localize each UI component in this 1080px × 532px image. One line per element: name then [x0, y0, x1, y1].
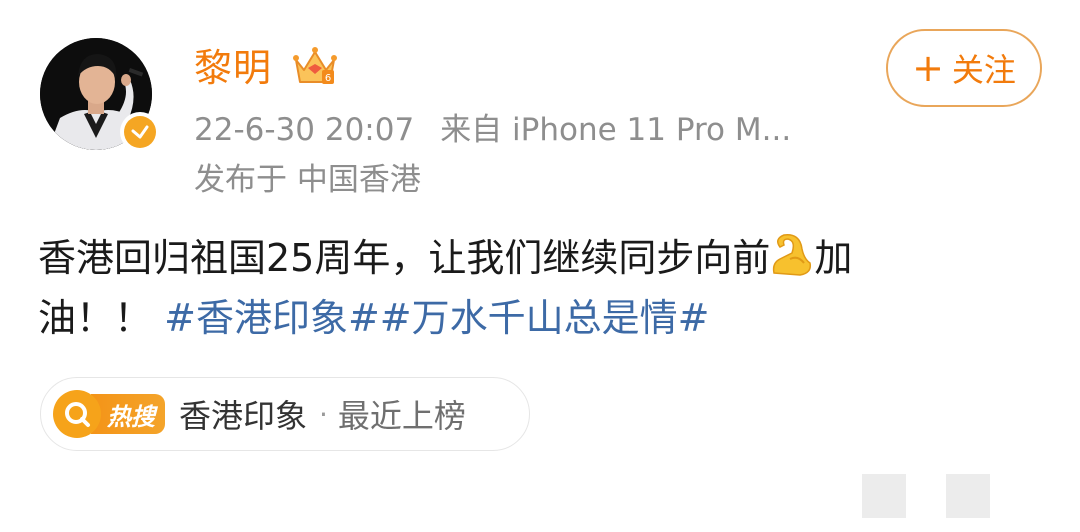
flexed-biceps-icon [773, 234, 812, 276]
hashtag-link[interactable]: #香港印象# [164, 296, 380, 340]
follow-button-label: 关注 [951, 51, 1016, 89]
hot-search-status: 最近上榜 [337, 397, 466, 435]
hashtag-link[interactable]: #万水千山总是情# [380, 296, 710, 340]
svg-text:6: 6 [325, 73, 331, 84]
post-source: 来自 iPhone 11 Pro M... [440, 112, 792, 148]
separator-dot: · [319, 397, 328, 431]
verified-badge-icon [120, 112, 160, 152]
weibo-post-card: 黎明 6 22-6-30 20:07 来自 iPhone 11 Pro M... … [0, 0, 1080, 532]
follow-button[interactable]: + 关注 [886, 29, 1042, 107]
hot-search-badge: 热搜 [53, 390, 165, 438]
plus-icon: + [912, 46, 944, 90]
post-text-line2: 油！！ [38, 296, 153, 340]
crown-vip-icon: 6 [293, 47, 337, 84]
post-timestamp[interactable]: 22-6-30 20:07 [194, 112, 414, 148]
post-text: 香港回归祖国25周年，让我们继续同步向前 加 油！！ #香港印象##万水千山总是… [38, 228, 1048, 348]
search-icon [53, 390, 101, 438]
post-meta: 22-6-30 20:07 来自 iPhone 11 Pro M... [194, 108, 791, 152]
watermark-block [946, 474, 990, 518]
watermark-block [862, 474, 906, 518]
hot-search-label: 热搜 [91, 394, 165, 434]
hot-search-chip[interactable]: 热搜 香港印象 · 最近上榜 [40, 377, 530, 451]
hot-search-topic: 香港印象 [179, 397, 308, 435]
username[interactable]: 黎明 [194, 42, 272, 94]
post-text-line1-tail: 加 [814, 236, 853, 280]
post-location: 发布于 中国香港 [194, 162, 421, 198]
post-text-line1: 香港回归祖国25周年，让我们继续同步向前 [38, 236, 771, 280]
